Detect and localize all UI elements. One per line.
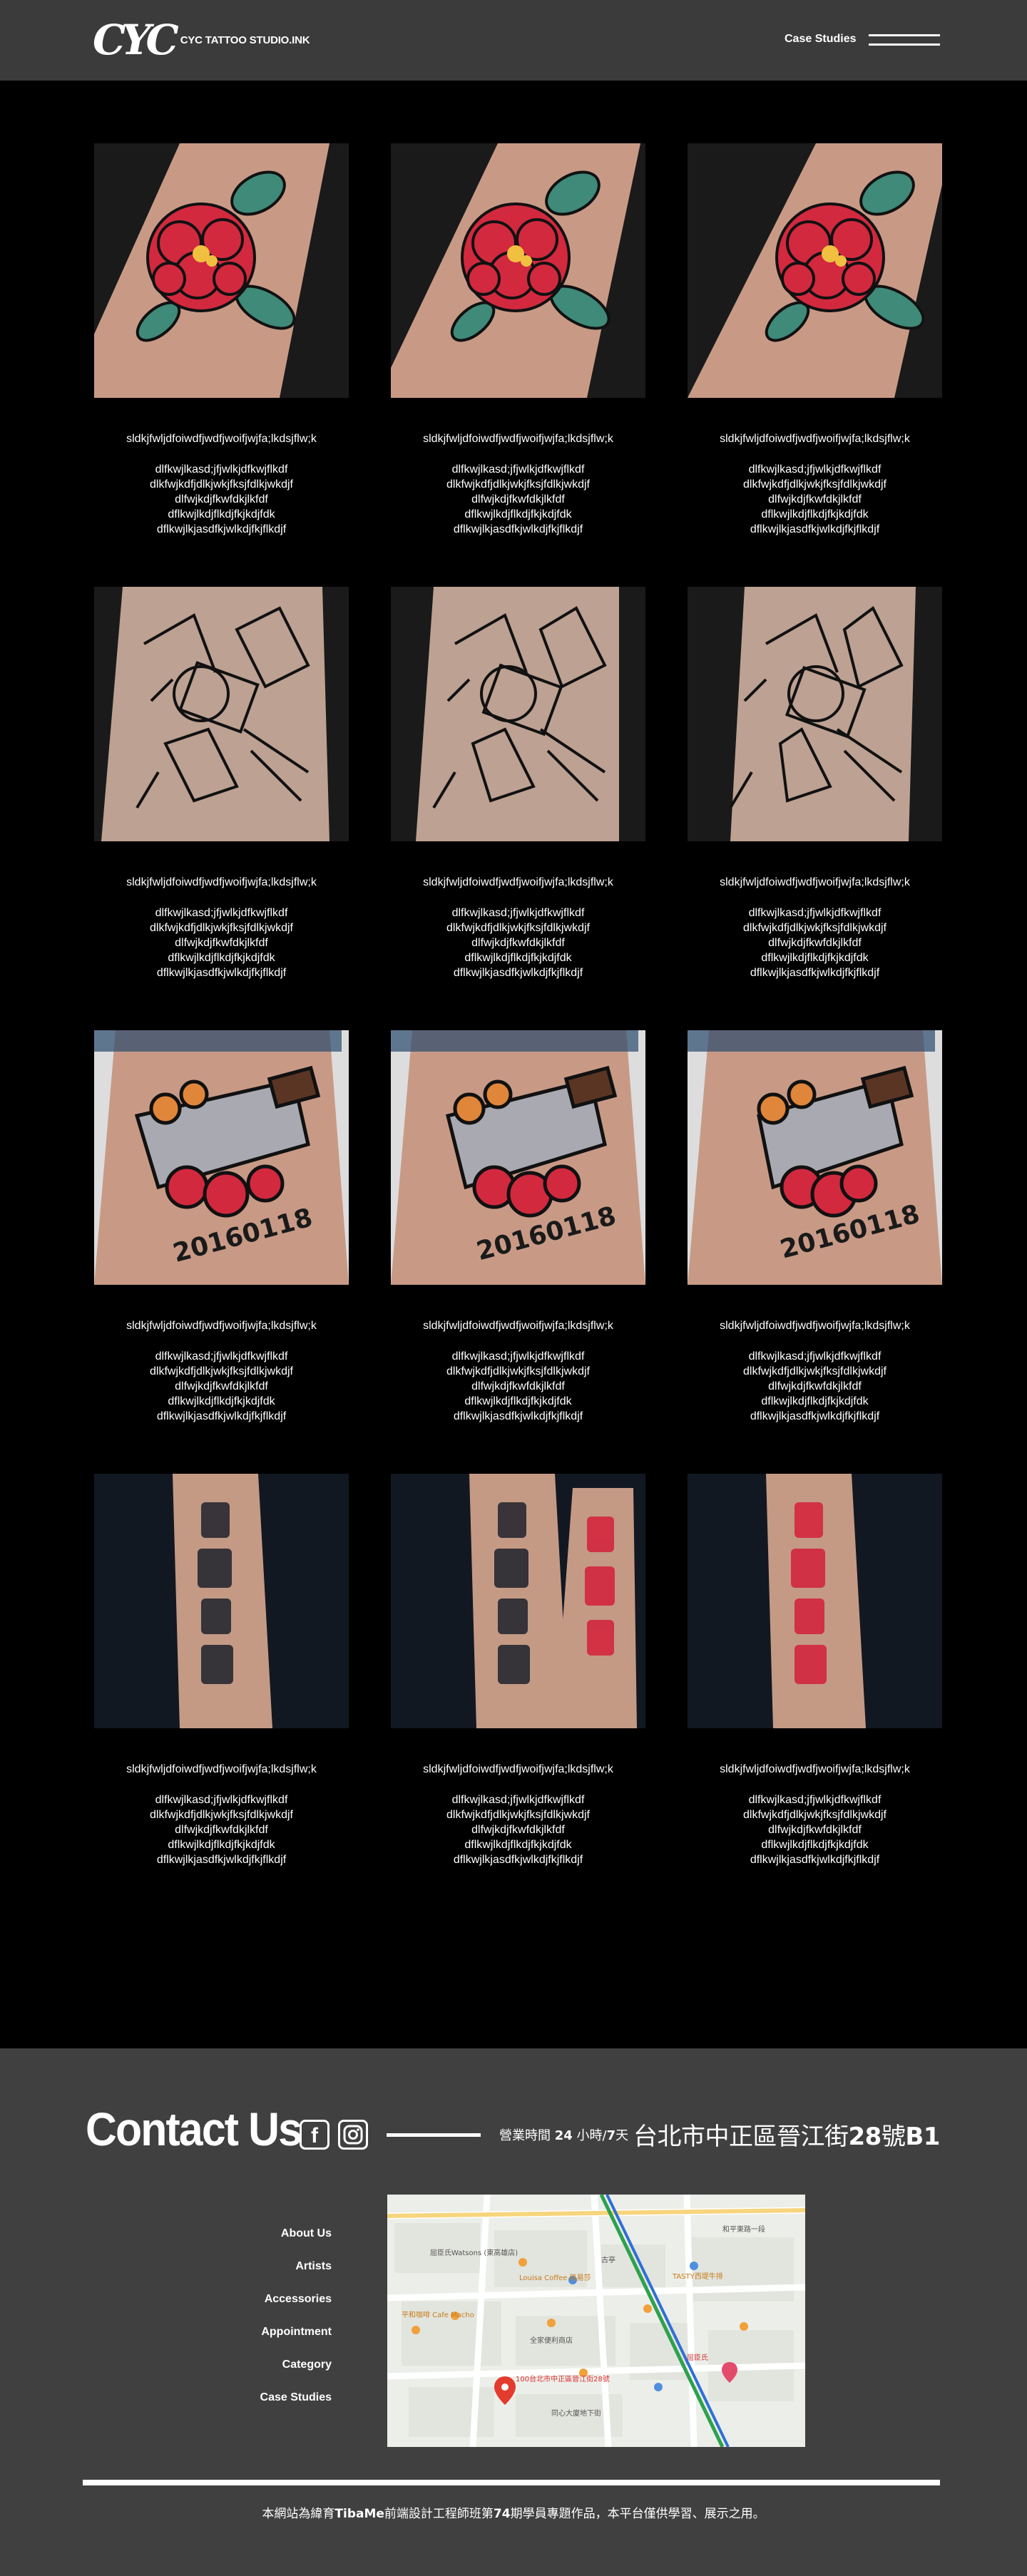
svg-text:全家便利商店: 全家便利商店	[530, 2336, 573, 2345]
site-header: CYC CYC TATTOO STUDIO.INK Case Studies	[0, 0, 1027, 81]
tattoo-photo[interactable]	[391, 587, 645, 841]
studio-address: 台北市中正區晉江街28號B1	[633, 2123, 940, 2151]
case-study-card[interactable]: sldkjfwljdfoiwdfjwdfjwoifjwjfa;lkdsjflw;…	[391, 143, 645, 535]
case-study-title: sldkjfwljdfoiwdfjwdfjwoifjwjfa;lkdsjflw;…	[720, 1320, 910, 1332]
facebook-icon[interactable]: f	[300, 2120, 329, 2150]
svg-text:古亭: 古亭	[601, 2255, 615, 2264]
tattoo-photo[interactable]	[94, 1474, 349, 1728]
case-study-title: sldkjfwljdfoiwdfjwdfjwoifjwjfa;lkdsjflw;…	[720, 876, 910, 888]
case-study-title: sldkjfwljdfoiwdfjwdfjwoifjwjfa;lkdsjflw;…	[423, 433, 613, 445]
case-study-title: sldkjfwljdfoiwdfjwdfjwoifjwjfa;lkdsjflw;…	[423, 876, 613, 888]
site-footer: Contact Us f 營業時間 24 小時/7天 台北市中正區晉江街28號B…	[0, 2048, 1027, 2576]
tattoo-photo[interactable]: 20160118	[688, 1030, 942, 1285]
case-studies-gallery: sldkjfwljdfoiwdfjwdfjwoifjwjfa;lkdsjflw;…	[0, 81, 1027, 2048]
footer-nav-case-studies[interactable]: Case Studies	[214, 2391, 332, 2423]
case-study-description: dlfkwjlkasd;jfjwlkjdfkwjflkdf dlkfwjkdfj…	[743, 1794, 887, 1866]
case-study-title: sldkjfwljdfoiwdfjwdfjwoifjwjfa;lkdsjflw;…	[720, 433, 910, 445]
case-study-description: dlfkwjlkasd;jfjwlkjdfkwjflkdf dlkfwjkdfj…	[743, 463, 887, 535]
svg-text:屈臣氏Watsons (東高雄店): 屈臣氏Watsons (東高雄店)	[430, 2248, 518, 2257]
footer-nav-artists[interactable]: Artists	[214, 2259, 332, 2292]
tattoo-photo[interactable]	[94, 587, 349, 841]
tattoo-photo[interactable]	[391, 1474, 645, 1728]
case-study-description: dlfkwjlkasd;jfjwlkjdfkwjflkdf dlkfwjkdfj…	[446, 1350, 590, 1422]
case-study-description: dlfkwjlkasd;jfjwlkjdfkwjflkdf dlkfwjkdfj…	[446, 907, 590, 979]
svg-text:TASTY西堤牛排: TASTY西堤牛排	[672, 2272, 723, 2281]
nav-case-studies[interactable]: Case Studies	[785, 33, 856, 46]
contact-title: Contact Us	[86, 2103, 302, 2155]
tattoo-photo[interactable]	[391, 143, 645, 398]
case-study-title: sldkjfwljdfoiwdfjwdfjwoifjwjfa;lkdsjflw;…	[126, 433, 317, 445]
case-study-description: dlfkwjlkasd;jfjwlkjdfkwjflkdf dlkfwjkdfj…	[150, 1794, 293, 1866]
case-study-description: dlfkwjlkasd;jfjwlkjdfkwjflkdf dlkfwjkdfj…	[446, 463, 590, 535]
logo-text: CYC TATTOO STUDIO.INK	[180, 34, 310, 46]
case-study-card[interactable]: 20160118 sldkjfwljdfoiwdfjwdfjwoifjwjfa;l…	[688, 1030, 942, 1422]
case-study-description: dlfkwjlkasd;jfjwlkjdfkwjflkdf dlkfwjkdfj…	[150, 463, 293, 535]
footer-nav-about-us[interactable]: About Us	[214, 2227, 332, 2259]
tattoo-photo[interactable]	[94, 143, 349, 398]
case-study-card[interactable]: sldkjfwljdfoiwdfjwdfjwoifjwjfa;lkdsjflw;…	[94, 587, 349, 979]
tattoo-photo[interactable]: 20160118	[94, 1030, 349, 1285]
case-study-title: sldkjfwljdfoiwdfjwdfjwoifjwjfa;lkdsjflw;…	[720, 1763, 910, 1775]
menu-hamburger-icon[interactable]	[869, 33, 940, 47]
svg-text:Louisa Coffee 路易莎: Louisa Coffee 路易莎	[519, 2273, 591, 2282]
svg-text:平和咖啡 Cafe Macho: 平和咖啡 Cafe Macho	[402, 2311, 474, 2319]
case-study-card[interactable]: sldkjfwljdfoiwdfjwdfjwoifjwjfa;lkdsjflw;…	[94, 143, 349, 535]
svg-text:屈臣氏: 屈臣氏	[687, 2354, 708, 2362]
tattoo-photo[interactable]: 20160118	[391, 1030, 645, 1285]
case-study-card[interactable]: 20160118 sldkjfwljdfoiwdfjwdfjwoifjwjfa;l…	[94, 1030, 349, 1422]
case-study-card[interactable]: sldkjfwljdfoiwdfjwdfjwoifjwjfa;lkdsjflw;…	[688, 587, 942, 979]
case-study-card[interactable]: 20160118 sldkjfwljdfoiwdfjwdfjwoifjwjfa;l…	[391, 1030, 645, 1422]
case-study-card[interactable]: sldkjfwljdfoiwdfjwdfjwoifjwjfa;lkdsjflw;…	[688, 143, 942, 535]
svg-text:100台北市中正區晉江街28號: 100台北市中正區晉江街28號	[516, 2374, 610, 2383]
case-study-title: sldkjfwljdfoiwdfjwdfjwoifjwjfa;lkdsjflw;…	[126, 876, 317, 888]
case-study-title: sldkjfwljdfoiwdfjwdfjwoifjwjfa;lkdsjflw;…	[126, 1763, 317, 1775]
case-study-title: sldkjfwljdfoiwdfjwdfjwoifjwjfa;lkdsjflw;…	[423, 1320, 613, 1332]
case-study-description: dlfkwjlkasd;jfjwlkjdfkwjflkdf dlkfwjkdfj…	[446, 1794, 590, 1866]
footer-nav: About Us Artists Accessories Appointment…	[214, 2227, 332, 2423]
contact-divider	[387, 2133, 481, 2137]
location-map[interactable]: 屈臣氏Watsons (東高雄店) 和平東路一段 Louisa Coffee 路…	[387, 2195, 805, 2447]
svg-text:同心大廈地下街: 同心大廈地下街	[551, 2408, 601, 2418]
logo[interactable]: CYC CYC TATTOO STUDIO.INK	[93, 17, 310, 63]
case-study-card[interactable]: sldkjfwljdfoiwdfjwdfjwoifjwjfa;lkdsjflw;…	[391, 587, 645, 979]
case-study-card[interactable]: sldkjfwljdfoiwdfjwdfjwoifjwjfa;lkdsjflw;…	[391, 1474, 645, 1866]
case-study-title: sldkjfwljdfoiwdfjwdfjwoifjwjfa;lkdsjflw;…	[126, 1320, 317, 1332]
case-study-description: dlfkwjlkasd;jfjwlkjdfkwjflkdf dlkfwjkdfj…	[150, 1350, 293, 1422]
case-study-description: dlfkwjlkasd;jfjwlkjdfkwjflkdf dlkfwjkdfj…	[150, 907, 293, 979]
svg-text:和平東路一段: 和平東路一段	[722, 2225, 765, 2234]
case-study-card[interactable]: sldkjfwljdfoiwdfjwdfjwoifjwjfa;lkdsjflw;…	[688, 1474, 942, 1866]
case-study-title: sldkjfwljdfoiwdfjwdfjwoifjwjfa;lkdsjflw;…	[423, 1763, 613, 1775]
case-study-card[interactable]: sldkjfwljdfoiwdfjwdfjwoifjwjfa;lkdsjflw;…	[94, 1474, 349, 1866]
footer-nav-accessories[interactable]: Accessories	[214, 2292, 332, 2325]
tattoo-photo[interactable]	[688, 587, 942, 841]
footer-nav-category[interactable]: Category	[214, 2358, 332, 2391]
footer-divider	[83, 2480, 940, 2485]
copyright-notice: 本網站為緯育TibaMe前端設計工程師班第74期學員專題作品，本平台僅供學習、展…	[262, 2507, 765, 2521]
tattoo-photo[interactable]	[688, 1474, 942, 1728]
case-study-description: dlfkwjlkasd;jfjwlkjdfkwjflkdf dlkfwjkdfj…	[743, 907, 887, 979]
business-hours: 營業時間 24 小時/7天	[499, 2128, 629, 2143]
logo-mark: CYC	[93, 16, 179, 64]
tattoo-photo[interactable]	[688, 143, 942, 398]
footer-nav-appointment[interactable]: Appointment	[214, 2325, 332, 2358]
case-study-description: dlfkwjlkasd;jfjwlkjdfkwjflkdf dlkfwjkdfj…	[743, 1350, 887, 1422]
instagram-icon[interactable]	[338, 2120, 368, 2150]
